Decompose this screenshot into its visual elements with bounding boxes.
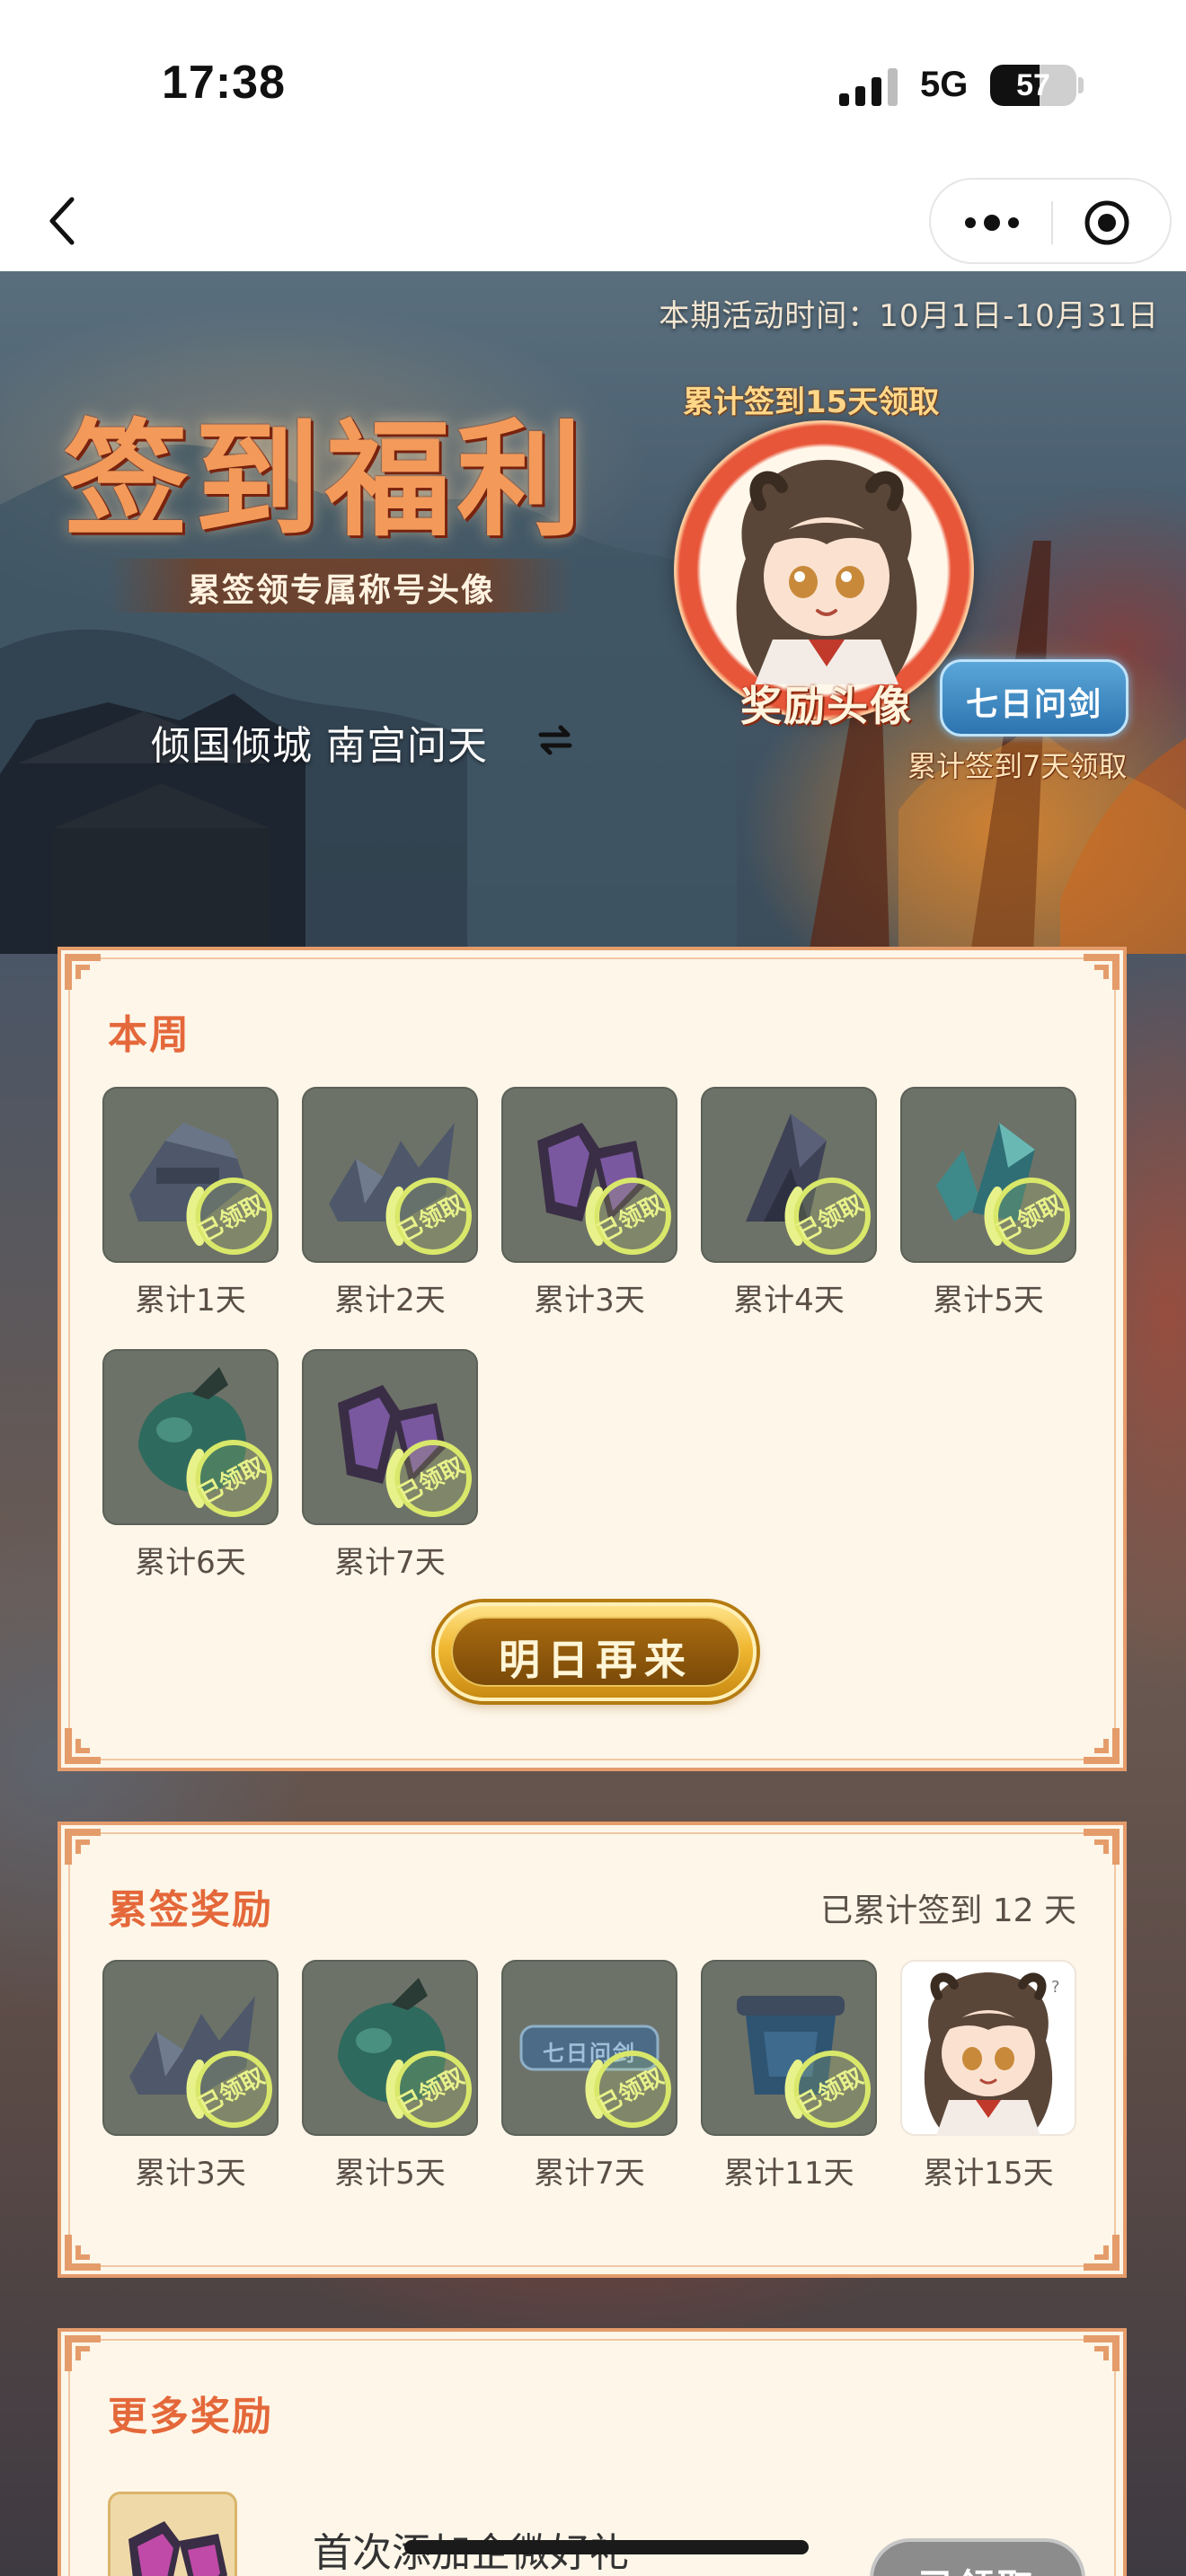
event-period: 本期活动时间：10月1日-10月31日 xyxy=(659,298,1159,334)
cta-label: 明日再来 xyxy=(499,1636,693,1684)
reward-label: 累计5天 xyxy=(933,1283,1044,1319)
cumulative-title: 累签奖励 xyxy=(108,1887,273,1933)
corner-ornament xyxy=(63,1726,102,1766)
event-title: 签到福利 xyxy=(63,407,589,554)
come-back-tomorrow-button[interactable]: 明日再来 xyxy=(435,1602,757,1701)
reward-tile: 已领取 xyxy=(302,1087,478,1263)
cumulative-reward-15[interactable]: ? 累计15天 xyxy=(900,1960,1076,2192)
cumulative-reward-7[interactable]: 七日问剑 已领取 累计7天 xyxy=(501,1960,677,2192)
corner-ornament xyxy=(1082,1726,1121,1766)
cumulative-reward-11[interactable]: 已领取 累计11天 xyxy=(701,1960,877,2192)
corner-ornament xyxy=(1082,1827,1121,1866)
reward-tile: 已领取 xyxy=(701,1960,877,2136)
reward-label: 累计7天 xyxy=(334,1545,446,1581)
cumulative-reward-3[interactable]: 已领取 累计3天 xyxy=(102,1960,279,2192)
banner-scenery xyxy=(0,444,1186,954)
title-requirement: 累计签到7天领取 xyxy=(907,749,1128,783)
more-rewards-card: 更多奖励 首次添加企微好礼 已领取 xyxy=(58,2328,1127,2576)
reward-label: 累计3天 xyxy=(534,1283,645,1319)
home-indicator[interactable] xyxy=(404,2540,809,2554)
reward-label: 累计15天 xyxy=(923,2156,1054,2192)
reward-label: 累计6天 xyxy=(135,1545,246,1581)
reward-tile: ? xyxy=(900,1960,1076,2136)
cumulative-card: 累签奖励 已累计签到 12 天 已领取 累计3天 已领取 累计5天 七日问剑 已… xyxy=(58,1822,1127,2278)
reward-day-6[interactable]: 已领取 累计6天 xyxy=(102,1349,279,1581)
reward-tile: 已领取 xyxy=(102,1349,279,1525)
capsule-divider xyxy=(1051,201,1053,244)
reward-tile: 已领取 xyxy=(900,1087,1076,1263)
weekly-title: 本周 xyxy=(108,1012,190,1058)
reward-tile: 已领取 xyxy=(501,1087,677,1263)
reward-day-1[interactable]: 已领取 累计1天 xyxy=(102,1087,279,1319)
event-subtitle: 累签领专属称号头像 xyxy=(187,572,495,609)
nav-bar xyxy=(0,171,1186,271)
battery-icon: 57 xyxy=(990,65,1076,106)
reward-label: 累计1天 xyxy=(135,1283,246,1319)
reward-label: 累计4天 xyxy=(733,1283,845,1319)
corner-ornament xyxy=(63,2233,102,2272)
reward-tile: 已领取 xyxy=(302,1960,478,2136)
event-banner: 本期活动时间：10月1日-10月31日 签到福利 累签领专属称号头像 累计签到1… xyxy=(0,271,1186,954)
corner-ornament xyxy=(63,2333,102,2373)
reward-label: 累计11天 xyxy=(723,2156,854,2192)
battery-percent: 57 xyxy=(1016,68,1050,102)
avatar-reward-label: 奖励头像 xyxy=(740,682,913,730)
signal-icon xyxy=(839,68,898,106)
reward-label: 累计3天 xyxy=(135,2156,246,2192)
corner-ornament xyxy=(1082,2333,1121,2373)
weekly-card: 本周 已领取 累计1天 已领取 累计2天 已领取 累计3天 已领取 累计4天 已… xyxy=(58,947,1127,1771)
avatar-portrait-icon: ? xyxy=(924,1972,1060,2136)
network-type: 5G xyxy=(920,65,969,104)
reward-day-5[interactable]: 已领取 累计5天 xyxy=(900,1087,1076,1319)
status-time: 17:38 xyxy=(162,57,286,109)
corner-ornament xyxy=(63,952,102,992)
reward-label: 累计7天 xyxy=(534,2156,645,2192)
corner-ornament xyxy=(63,1827,102,1866)
girl-avatar-icon xyxy=(736,460,917,684)
svg-text:?: ? xyxy=(1051,1978,1060,1997)
more-dots-icon[interactable] xyxy=(963,207,1021,239)
user-name: 倾国倾城 南宫问天 xyxy=(151,723,488,769)
claimed-button-label: 已领取 xyxy=(873,2558,1082,2576)
checkin-progress: 已累计签到 12 天 xyxy=(820,1892,1076,1929)
reward-tile: 已领取 xyxy=(102,1087,279,1263)
reward-tile: 已领取 xyxy=(102,1960,279,2136)
corner-ornament xyxy=(1082,2233,1121,2272)
reward-day-7[interactable]: 已领取 累计7天 xyxy=(302,1349,478,1581)
purple-gem-icon xyxy=(128,2521,227,2576)
reward-label: 累计2天 xyxy=(334,1283,446,1319)
avatar-requirement: 累计签到15天领取 xyxy=(683,384,940,420)
battery-nub xyxy=(1078,77,1084,93)
swap-arrows-icon[interactable] xyxy=(535,720,575,760)
mini-program-capsule xyxy=(929,178,1172,264)
claimed-button[interactable]: 已领取 xyxy=(870,2538,1085,2576)
title-badge[interactable]: 七日问剑 xyxy=(940,659,1128,737)
target-close-icon[interactable] xyxy=(1082,198,1132,248)
reward-day-2[interactable]: 已领取 累计2天 xyxy=(302,1087,478,1319)
chevron-left-icon[interactable] xyxy=(36,187,90,255)
reward-tile: 已领取 xyxy=(302,1349,478,1525)
cumulative-reward-5[interactable]: 已领取 累计5天 xyxy=(302,1960,478,2192)
title-badge-text: 七日问剑 xyxy=(965,686,1102,723)
status-bar: 17:38 5G 57 xyxy=(0,0,1186,171)
corner-ornament xyxy=(1082,952,1121,992)
reward-day-4[interactable]: 已领取 累计4天 xyxy=(701,1087,877,1319)
more-reward-thumb xyxy=(108,2492,237,2576)
reward-tile: 已领取 xyxy=(701,1087,877,1263)
reward-tile: 七日问剑 已领取 xyxy=(501,1960,677,2136)
reward-label: 累计5天 xyxy=(334,2156,446,2192)
more-rewards-title: 更多奖励 xyxy=(108,2394,273,2439)
reward-day-3[interactable]: 已领取 累计3天 xyxy=(501,1087,677,1319)
